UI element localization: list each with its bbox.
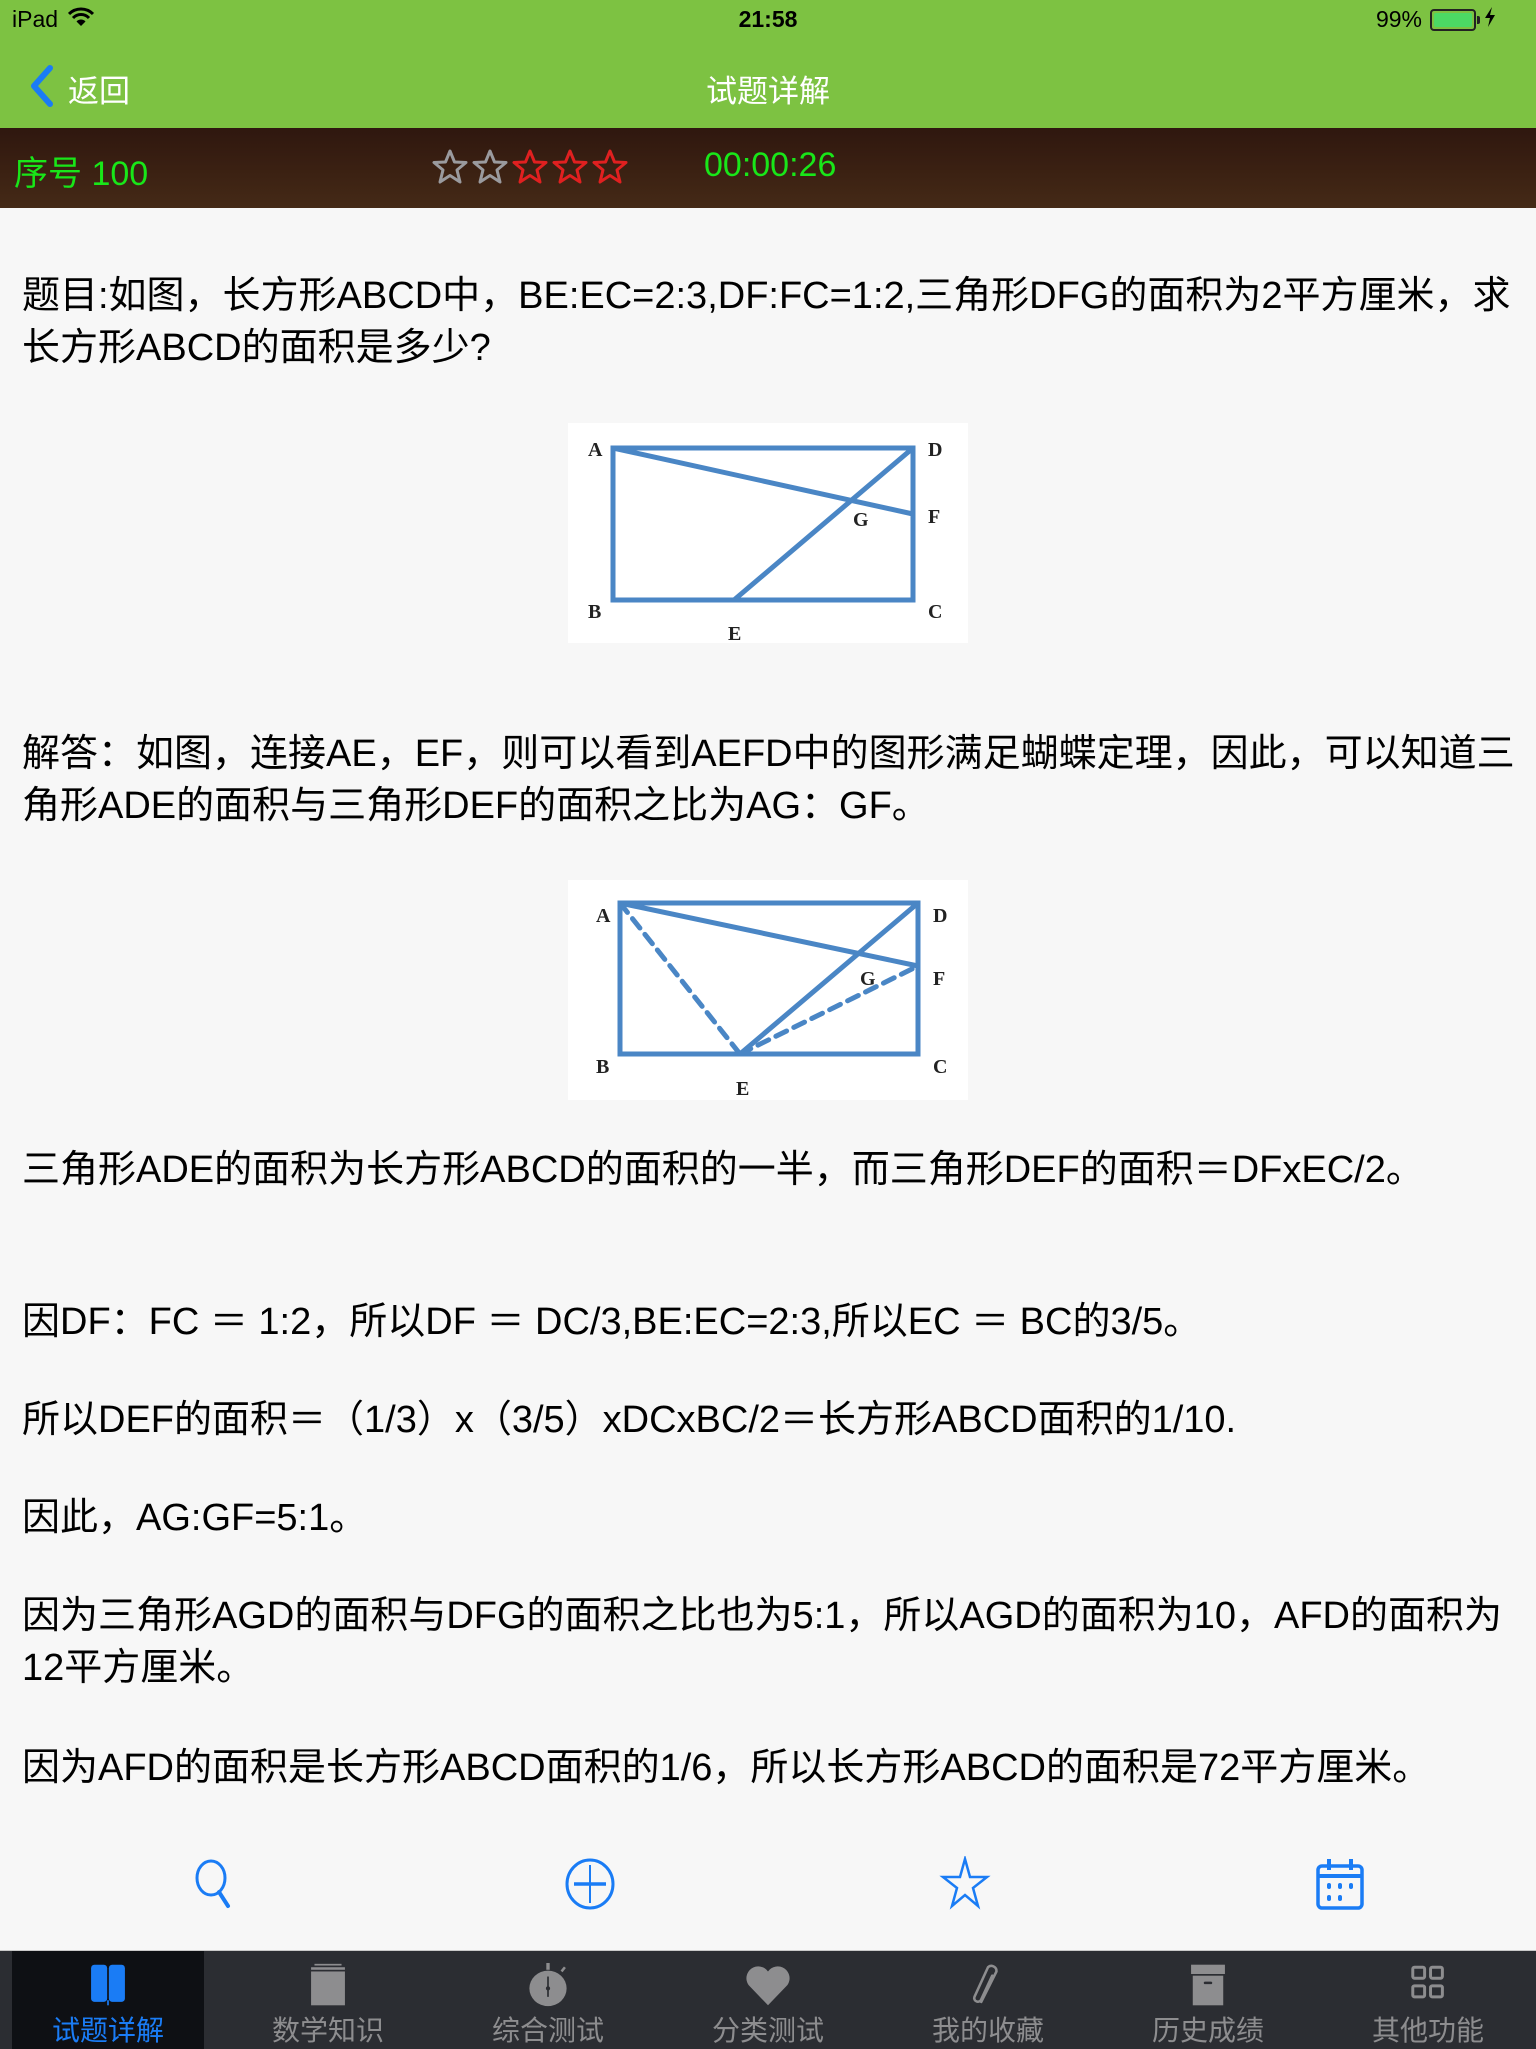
tab-my-favorites[interactable]: 我的收藏: [892, 1951, 1084, 2049]
label-g: G: [853, 509, 869, 531]
label-a: A: [588, 439, 603, 461]
battery-fill: [1434, 12, 1472, 27]
tab-label: 数学知识: [271, 2015, 384, 2046]
calendar-icon: [1316, 1859, 1364, 1910]
paperclip-icon: [972, 1964, 998, 2004]
grid-icon: [1411, 1965, 1444, 1999]
book-icon: [91, 1964, 125, 2006]
favorite-button[interactable]: [937, 1854, 993, 1912]
status-time: 21:58: [738, 6, 798, 32]
label-e: E: [728, 623, 741, 643]
elapsed-timer: 00:00:26: [704, 146, 837, 184]
tab-category-test[interactable]: 分类测试: [672, 1951, 864, 2049]
label-c: C: [928, 601, 942, 623]
tab-label: 分类测试: [711, 2015, 824, 2046]
tab-math-knowledge[interactable]: 数学知识: [232, 1951, 424, 2049]
tab-label: 试题详解: [51, 2015, 164, 2046]
question-detail-content[interactable]: 题目:如图，长方形ABCD中，BE:EC=2:3,DF:FC=1:2,三角形DF…: [0, 208, 1536, 1950]
navigation-bar: 返回 试题详解: [0, 50, 1536, 128]
solution-paragraph: 因DF：FC ＝ 1:2，所以DF ＝ DC/3,BE:EC=2:3,所以EC …: [22, 1301, 1202, 1343]
add-button[interactable]: [562, 1856, 618, 1912]
stack-icon: [311, 1963, 345, 2006]
tab-label: 我的收藏: [931, 2015, 1044, 2046]
geometry-diagram-2: A D F G B C E: [596, 900, 947, 1100]
tab-question-detail[interactable]: 试题详解: [12, 1951, 204, 2049]
tab-history-scores[interactable]: 历史成绩: [1112, 1951, 1304, 2049]
solution-paragraph: 因此，AG:GF=5:1。: [22, 1497, 368, 1539]
page-title: 试题详解: [706, 74, 830, 109]
solution-paragraph: 所以DEF的面积＝（1/3）x（3/5）xDCxBC/2＝长方形ABCD面积的1…: [22, 1399, 1237, 1441]
label-d: D: [928, 439, 942, 461]
add-circle-icon: [565, 1858, 615, 1910]
segment-af: [610, 445, 916, 517]
status-right: 99%: [1376, 6, 1496, 33]
difficulty-rating: [430, 147, 630, 187]
star-active-icon: [552, 149, 588, 184]
label-f: F: [933, 968, 945, 990]
label-e: E: [736, 1078, 749, 1100]
battery-percent: 99%: [1375, 6, 1422, 32]
label-b: B: [588, 601, 601, 623]
figure-1: A D F G B C E: [568, 423, 968, 643]
search-icon: [195, 1859, 230, 1908]
question-info-bar: 序号 100 00:00:26: [0, 128, 1536, 208]
tab-label: 综合测试: [491, 2015, 604, 2046]
archive-box-icon: [1191, 1964, 1225, 2006]
charging-bolt-icon: [1484, 6, 1496, 33]
label-g: G: [860, 968, 876, 990]
tab-comprehensive-test[interactable]: 综合测试: [452, 1951, 644, 2049]
solution-paragraph: 三角形ADE的面积为长方形ABCD的面积的一半，而三角形DEF的面积＝DFxEC…: [22, 1149, 1424, 1191]
label-f: F: [928, 506, 940, 528]
search-button[interactable]: [188, 1856, 244, 1912]
label-d: D: [933, 905, 947, 927]
label-b: B: [596, 1056, 609, 1078]
solution-paragraph: 因为三角形AGD的面积与DFG的面积之比也为5:1，所以AGD的面积为10，AF…: [22, 1595, 1502, 1689]
geometry-diagram-1: A D F G B C E: [588, 439, 942, 643]
tab-label: 历史成绩: [1151, 2015, 1264, 2046]
figure-2: A D F G B C E: [568, 880, 968, 1100]
calendar-button[interactable]: [1312, 1856, 1368, 1912]
star-icon: [939, 1854, 991, 1910]
label-a: A: [596, 905, 611, 927]
star-inactive-icon: [432, 149, 468, 184]
status-bar: iPad 21:58 99%: [0, 0, 1536, 50]
stopwatch-icon: [529, 1963, 567, 2007]
star-inactive-icon: [472, 149, 508, 184]
sequence-number: 序号 100: [14, 155, 149, 193]
tab-bar: 试题详解 数学知识 综合测试 分类测试 我的收藏 历史成绩 其他功能: [0, 1950, 1536, 2049]
tab-label: 其他功能: [1371, 2015, 1484, 2046]
star-active-icon: [592, 149, 628, 184]
heart-icon: [746, 1966, 790, 2006]
segment-ed: [731, 445, 916, 603]
question-text: 题目:如图，长方形ABCD中，BE:EC=2:3,DF:FC=1:2,三角形DF…: [22, 275, 1511, 369]
label-c: C: [933, 1056, 947, 1078]
tab-other-functions[interactable]: 其他功能: [1332, 1951, 1524, 2049]
answer-intro-text: 解答：如图，连接AE，EF，则可以看到AEFD中的图形满足蝴蝶定理，因此，可以知…: [22, 733, 1515, 827]
battery-icon: [1430, 8, 1480, 31]
solution-paragraph: 因为AFD的面积是长方形ABCD面积的1/6，所以长方形ABCD的面积是72平方…: [22, 1747, 1431, 1789]
star-active-icon: [512, 149, 548, 184]
